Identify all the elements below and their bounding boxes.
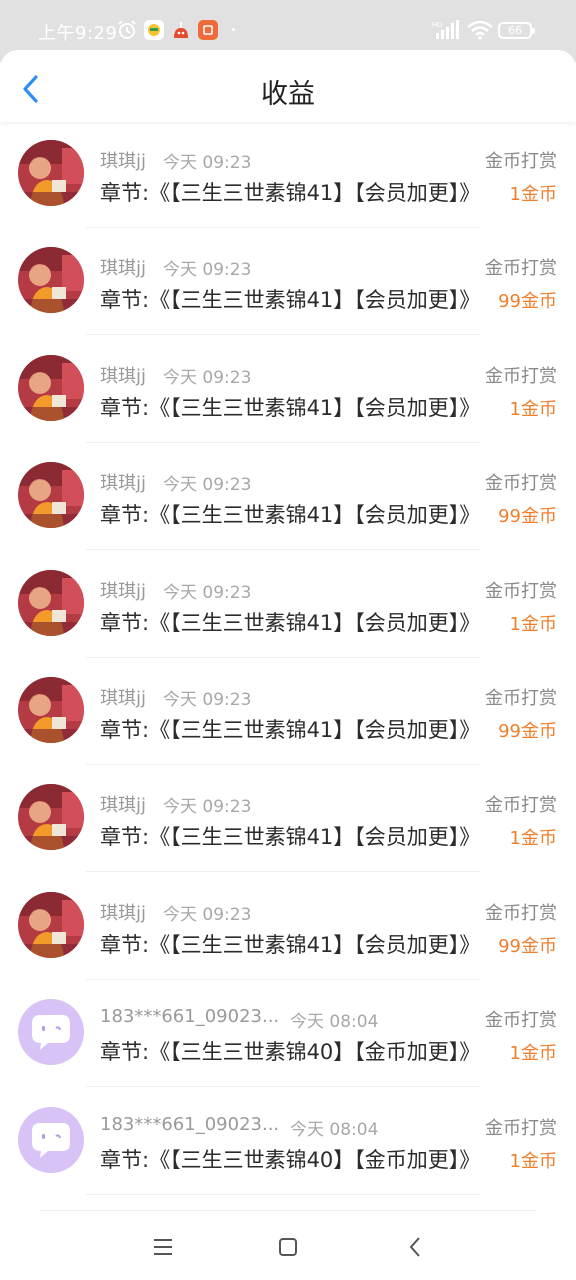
record-type: 金币打赏 [485,365,557,387]
row-divider [86,1193,480,1195]
app-icon-orange [198,20,218,40]
record-user-name: 琪琪jj [100,688,147,709]
user-avatar[interactable] [18,462,84,529]
record-time: 今天 09:23 [163,475,252,496]
record-user-name: 琪琪jj [100,365,147,387]
record-row[interactable]: 琪琪jj 今天 09:23 金币打赏 章节:《【三生三世素锦41】【会员加更】》… [0,883,576,990]
record-amount: 1金币 [509,398,557,420]
default-avatar-icon[interactable] [18,999,84,1066]
record-time: 今天 09:23 [163,797,252,818]
record-row[interactable]: 琪琪jj 今天 09:23 金币打赏 章节:《【三生三世素锦41】【会员加更】》… [0,346,576,453]
row-divider [86,441,480,443]
record-amount: 1金币 [509,613,557,635]
menu-icon[interactable] [150,1234,176,1260]
svg-text:HD: HD [432,22,442,29]
system-nav-bar [0,1210,576,1280]
record-chapter: 章节:《【三生三世素锦40】【金币加更】》 [100,1147,481,1172]
row-divider [86,871,480,873]
record-row[interactable]: 183***661_09023... 今天 08:04 金币打赏 章节:《【三生… [0,1098,576,1205]
user-avatar[interactable] [18,354,84,421]
record-chapter: 章节:《【三生三世素锦41】【会员加更】》 [100,395,481,420]
record-user-name: 琪琪jj [100,151,147,172]
record-time: 今天 08:04 [290,1012,379,1033]
row-divider [86,334,480,336]
user-avatar[interactable] [18,569,84,636]
user-avatar[interactable] [18,677,84,743]
record-row[interactable]: 琪琪jj 今天 09:23 金币打赏 章节:《【三生三世素锦41】【会员加更】》… [0,775,576,882]
record-user-name: 琪琪jj [100,473,147,495]
notification-dot [232,28,235,31]
record-user-name: 琪琪jj [100,580,147,602]
record-type: 金币打赏 [485,795,557,817]
record-chapter: 章节:《【三生三世素锦41】【会员加更】》 [100,181,481,205]
battery-icon: 66 [498,22,535,39]
user-avatar[interactable] [18,247,84,314]
record-time: 今天 09:23 [163,260,252,281]
record-time: 今天 08:04 [290,1119,379,1140]
record-user-name: 琪琪jj [100,902,147,924]
user-avatar[interactable] [18,784,84,851]
row-divider [86,656,480,658]
row-divider [86,1086,480,1088]
record-amount: 99金币 [498,506,557,528]
user-avatar[interactable] [18,891,84,958]
status-time: 上午9:29 [38,23,118,44]
record-chapter: 章节:《【三生三世素锦41】【会员加更】》 [100,932,481,957]
record-type: 金币打赏 [485,1010,557,1032]
wifi-icon [467,20,493,40]
nav-divider [40,1210,536,1211]
signal-icon: HD [432,20,459,39]
home-icon[interactable] [275,1234,301,1260]
record-amount: 1金币 [509,1043,557,1065]
record-row[interactable]: 琪琪jj 今天 09:23 金币打赏 章节:《【三生三世素锦41】【会员加更】》… [0,561,576,668]
earnings-list: 琪琪jj 今天 09:23 金币打赏 章节:《【三生三世素锦41】【会员加更】》… [0,122,576,1210]
record-time: 今天 09:23 [163,367,252,388]
record-time: 今天 09:23 [163,904,252,925]
record-chapter: 章节:《【三生三世素锦40】【金币加更】》 [100,1040,481,1065]
user-avatar[interactable] [18,140,84,206]
record-amount: 99金币 [498,935,557,957]
record-row[interactable]: 琪琪jj 今天 09:23 金币打赏 章节:《【三生三世素锦41】【会员加更】》… [0,453,576,560]
record-chapter: 章节:《【三生三世素锦41】【会员加更】》 [100,288,481,313]
record-row[interactable]: 183***661_09023... 今天 08:04 金币打赏 章节:《【三生… [0,990,576,1097]
record-type: 金币打赏 [485,902,557,924]
row-divider [86,549,480,551]
record-amount: 1金币 [509,1150,557,1172]
record-type: 金币打赏 [485,258,557,280]
back-icon[interactable] [403,1234,429,1260]
row-divider [86,227,480,228]
record-amount: 99金币 [498,721,557,742]
record-user-name: 琪琪jj [100,795,147,817]
row-divider [86,978,480,980]
record-row[interactable]: 琪琪jj 今天 09:23 金币打赏 章节:《【三生三世素锦41】【会员加更】》… [0,668,576,775]
record-type: 金币打赏 [485,688,557,709]
record-time: 今天 09:23 [163,582,252,603]
alarm-icon [118,20,136,39]
record-user-name: 琪琪jj [100,258,147,280]
record-user-name: 183***661_09023... [100,1006,280,1028]
battery-level: 66 [508,24,522,37]
record-chapter: 章节:《【三生三世素锦41】【会员加更】》 [100,825,481,850]
record-chapter: 章节:《【三生三世素锦41】【会员加更】》 [100,610,481,635]
record-amount: 1金币 [509,184,557,205]
app-icon-yellow [144,20,164,40]
row-divider [86,764,480,765]
record-chapter: 章节:《【三生三世素锦41】【会员加更】》 [100,503,481,528]
record-chapter: 章节:《【三生三世素锦41】【会员加更】》 [100,718,481,742]
record-time: 今天 09:23 [163,153,252,173]
record-time: 今天 09:23 [163,690,252,710]
record-amount: 99金币 [498,291,557,313]
record-type: 金币打赏 [485,1117,557,1139]
record-type: 金币打赏 [485,151,557,172]
record-type: 金币打赏 [485,473,557,495]
record-user-name: 183***661_09023... [100,1113,280,1135]
record-row[interactable]: 琪琪jj 今天 09:23 金币打赏 章节:《【三生三世素锦41】【会员加更】》… [0,131,576,238]
page-header: 收益 [0,50,576,122]
app-icon-red [174,22,188,38]
default-avatar-icon[interactable] [18,1106,84,1173]
record-row[interactable]: 琪琪jj 今天 09:23 金币打赏 章节:《【三生三世素锦41】【会员加更】》… [0,238,576,345]
page-title: 收益 [261,79,315,110]
record-type: 金币打赏 [485,580,557,602]
record-amount: 1金币 [509,828,557,850]
